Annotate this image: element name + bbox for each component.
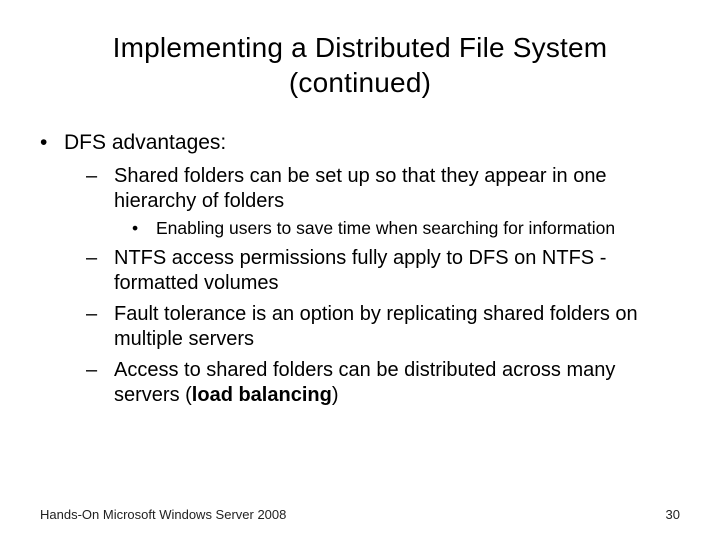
bullet-dash-icon: – (86, 358, 104, 408)
list-item-text: NTFS access permissions fully apply to D… (114, 246, 680, 296)
bullet-dot-icon: • (40, 130, 54, 156)
list-item: • Enabling users to save time when searc… (132, 218, 680, 240)
bold-term: load balancing (192, 384, 332, 406)
list-item-text: Enabling users to save time when searchi… (156, 218, 680, 240)
bullet-dash-icon: – (86, 164, 104, 214)
list-item: – Fault tolerance is an option by replic… (86, 302, 680, 352)
footer-book-title: Hands-On Microsoft Windows Server 2008 (40, 507, 286, 522)
list-item-text-part: Access to shared folders can be distribu… (114, 359, 615, 406)
slide-body: • DFS advantages: – Shared folders can b… (40, 130, 680, 408)
bullet-dot-icon: • (132, 218, 146, 240)
list-item: – NTFS access permissions fully apply to… (86, 246, 680, 296)
list-item: – Access to shared folders can be distri… (86, 358, 680, 408)
list-item: • DFS advantages: (40, 130, 680, 156)
list-item-text: DFS advantages: (64, 130, 680, 156)
list-item-text: Fault tolerance is an option by replicat… (114, 302, 680, 352)
list-item-text: Access to shared folders can be distribu… (114, 358, 680, 408)
list-item-text: Shared folders can be set up so that the… (114, 164, 680, 214)
list-item: – Shared folders can be set up so that t… (86, 164, 680, 214)
slide-footer: Hands-On Microsoft Windows Server 2008 3… (40, 507, 680, 522)
list-item-text-part: ) (332, 384, 339, 406)
bullet-dash-icon: – (86, 302, 104, 352)
bullet-dash-icon: – (86, 246, 104, 296)
footer-page-number: 30 (666, 507, 680, 522)
slide-title: Implementing a Distributed File System (… (80, 30, 640, 100)
